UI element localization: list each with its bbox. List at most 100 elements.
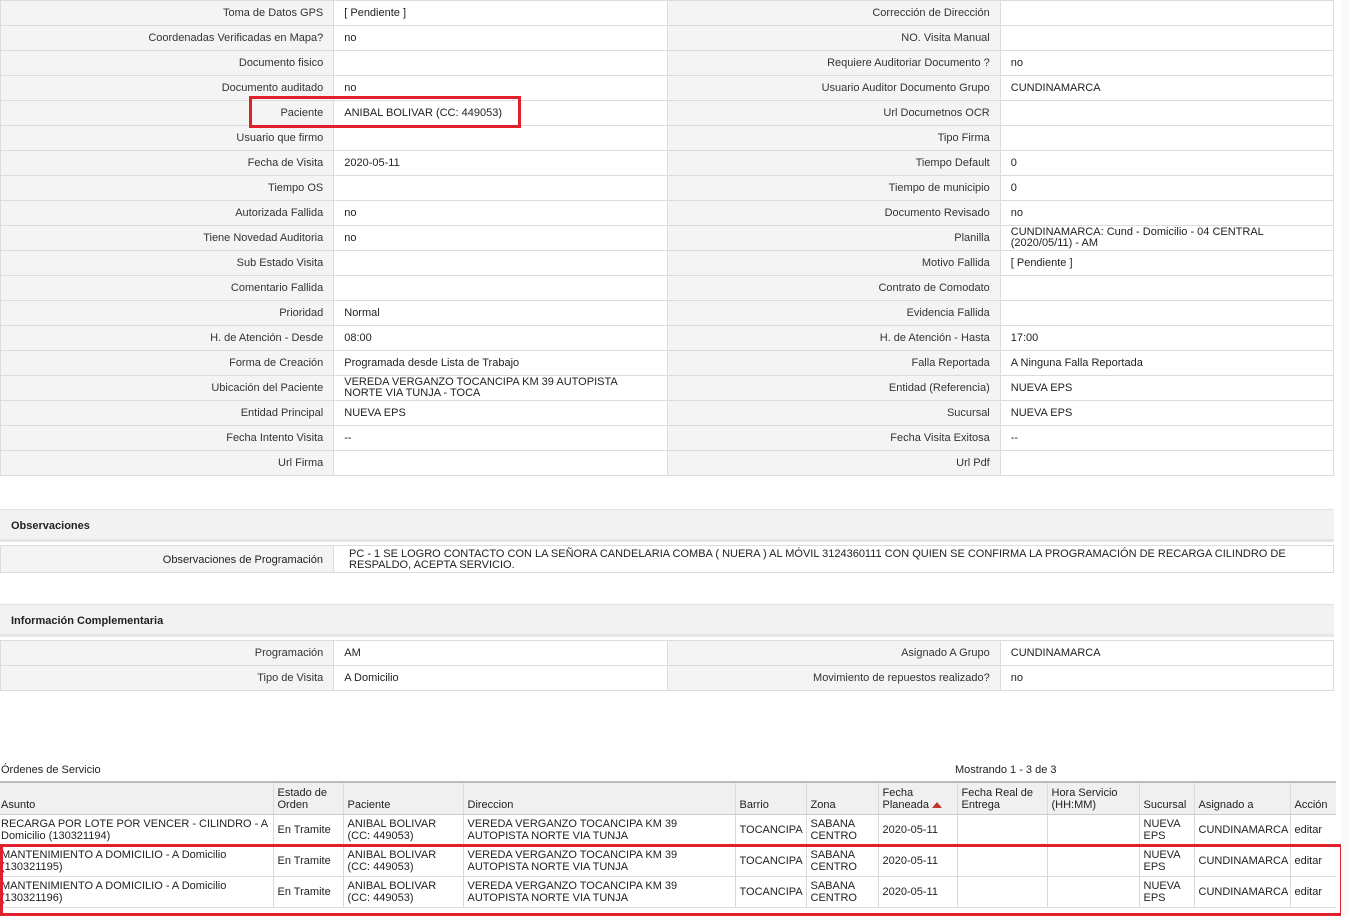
field-asignado-a-grupo-label: Asignado A Grupo (666, 640, 1001, 666)
detail-row: Programación AM Asignado A Grupo CUNDINAMAR… (0, 640, 1335, 666)
detail-row: Url Firma Url Pdf (0, 450, 1335, 476)
column-header-paciente[interactable]: Paciente (342, 781, 463, 815)
field-documento-fisico-value (333, 50, 668, 76)
field-documento-revisado-value: no (999, 200, 1335, 226)
detail-row: Tipo de Visita A Domicilio Movimiento de r… (0, 665, 1335, 691)
orders-header-row: Asunto Estado de Orden Paciente Direccion Ba… (0, 781, 1336, 815)
order-cell-real (956, 845, 1047, 877)
field-fecha-visita-exitosa-value: -- (999, 425, 1335, 451)
order-cell-accion: editar (1289, 814, 1336, 846)
sort-ascending-icon[interactable] (932, 802, 942, 809)
field-planilla-value: CUNDINAMARCA: Cund - Domicilio - 04 CENT… (999, 225, 1335, 251)
column-header-zona[interactable]: Zona (805, 781, 878, 815)
field-url-firma-value (333, 450, 668, 476)
column-header-estado-de-orden[interactable]: Estado de Orden (272, 781, 343, 815)
detail-row: Autorizada Fallida no Documento Revisado no (0, 200, 1335, 226)
column-header-label: Barrio (739, 799, 769, 811)
detail-row: Sub Estado Visita Motivo Fallida[ Pendien… (0, 250, 1335, 276)
field-comentario-fallida-label: Comentario Fallida (0, 275, 335, 301)
column-header-asunto[interactable]: Asunto (0, 781, 273, 815)
observaciones-value: PC - 1 SE LOGRO CONTACTO CON LA SEÑORA C… (333, 545, 1334, 573)
field-programacion-value: AM (333, 640, 668, 666)
order-cell-direccion: VEREDA VERGANZO TOCANCIPA KM 39 AUTOPIST… (462, 814, 735, 846)
order-cell-asignado: CUNDINAMARCA (1193, 845, 1290, 877)
order-cell-direccion: VEREDA VERGANZO TOCANCIPA KM 39 AUTOPIST… (462, 845, 735, 877)
field-tipo-de-visita-label: Tipo de Visita (0, 665, 335, 691)
column-header-fecha-real-de-entrega[interactable]: Fecha Real de Entrega (956, 781, 1047, 815)
order-cell-barrio: TOCANCIPA (734, 845, 806, 877)
field-prioridad-label: Prioridad (0, 300, 335, 326)
order-cell-zona: SABANA CENTRO (805, 876, 878, 908)
field-entidad-principal-value: NUEVA EPS (333, 400, 668, 426)
field-evidencia-fallida-value (999, 300, 1335, 326)
field-sucursal-label: Sucursal (666, 400, 1001, 426)
order-cell-asignado: CUNDINAMARCA (1193, 876, 1290, 908)
field-requiere-auditoriar-documento-label: Requiere Auditoriar Documento ? (666, 50, 1001, 76)
field-documento-auditado-label: Documento auditado (0, 75, 335, 101)
column-header-accion[interactable]: Acción (1289, 781, 1336, 815)
edit-order-link[interactable]: editar (1295, 824, 1323, 836)
field-fecha-intento-visita-label: Fecha Intento Visita (0, 425, 335, 451)
column-header-fecha-planeada[interactable]: Fecha Planeada (877, 781, 957, 815)
column-header-asignado-a[interactable]: Asignado a (1193, 781, 1290, 815)
field-ubicacion-del-paciente-value: VEREDA VERGANZO TOCANCIPA KM 39 AUTOPIST… (333, 375, 668, 401)
column-header-barrio[interactable]: Barrio (734, 781, 806, 815)
field-autorizada-fallida-value: no (333, 200, 668, 226)
field-h-de-atencion-hasta-value: 17:00 (999, 325, 1335, 351)
order-cell-fecha: 2020-05-11 (877, 814, 957, 846)
detail-row: Tiempo OS Tiempo de municipio 0 (0, 175, 1335, 201)
field-contrato-de-comodato-value (999, 275, 1335, 301)
field-fecha-visita-exitosa-label: Fecha Visita Exitosa (666, 425, 1001, 451)
order-cell-estado: En Tramite (272, 814, 343, 846)
field-asignado-a-grupo-value: CUNDINAMARCA (999, 640, 1335, 666)
edit-order-link[interactable]: editar (1295, 855, 1323, 867)
field-h-de-atencion-hasta-label: H. de Atención - Hasta (666, 325, 1001, 351)
field-usuario-auditor-documento-grupo-value: CUNDINAMARCA (999, 75, 1335, 101)
column-header-direccion[interactable]: Direccion (462, 781, 735, 815)
field-forma-de-creacion-value: Programada desde Lista de Trabajo (333, 350, 668, 376)
column-header-hora-servicio-hh-mm[interactable]: Hora Servicio (HH:MM) (1046, 781, 1139, 815)
field-h-de-atencion-desde-label: H. de Atención - Desde (0, 325, 335, 351)
field-movimiento-de-repuestos-realizado-value: no (999, 665, 1335, 691)
field-planilla-label: Planilla (666, 225, 1001, 251)
field-tipo-firma-value (999, 125, 1335, 151)
detail-row: Tiene Novedad Auditoria no Planilla CUNDINA… (0, 225, 1335, 251)
table-row[interactable]: MANTENIMIENTO A DOMICILIO - A Domicilio … (0, 876, 1336, 908)
order-cell-asunto: RECARGA POR LOTE POR VENCER - CILINDRO -… (0, 814, 273, 846)
order-cell-paciente: ANIBAL BOLIVAR (CC: 449053) (342, 876, 463, 908)
field-documento-revisado-label: Documento Revisado (666, 200, 1001, 226)
order-cell-fecha: 2020-05-11 (877, 845, 957, 877)
field-motivo-fallida-value: [ Pendiente ] (999, 250, 1335, 276)
field-h-de-atencion-desde-value: 08:00 (333, 325, 668, 351)
field-paciente-label: Paciente (0, 100, 335, 126)
field-tipo-de-visita-value: A Domicilio (333, 665, 668, 691)
table-row[interactable]: MANTENIMIENTO A DOMICILIO - A Domicilio … (0, 845, 1336, 877)
field-coordenadas-verificadas-en-mapa-value: no (333, 25, 668, 51)
field-fecha-de-visita-value: 2020-05-11 (333, 150, 668, 176)
field-sub-estado-visita-label: Sub Estado Visita (0, 250, 335, 276)
detail-row: H. de Atención - Desde 08:00 H. de Atenció… (0, 325, 1335, 351)
order-cell-paciente: ANIBAL BOLIVAR (CC: 449053) (342, 814, 463, 846)
field-comentario-fallida-value (333, 275, 668, 301)
column-header-sucursal[interactable]: Sucursal (1138, 781, 1194, 815)
page-scrollbar[interactable] (1341, 0, 1349, 916)
field-coordenadas-verificadas-en-mapa-label: Coordenadas Verificadas en Mapa? (0, 25, 335, 51)
order-cell-sucursal: NUEVA EPS (1138, 814, 1194, 846)
order-cell-zona: SABANA CENTRO (805, 845, 878, 877)
field-usuario-que-firmo-label: Usuario que firmo (0, 125, 335, 151)
detail-row: Entidad Principal NUEVA EPS Sucursal NUEVA … (0, 400, 1335, 426)
observaciones-row: Observaciones de Programación PC - 1 SE … (0, 545, 1334, 573)
edit-order-link[interactable]: editar (1295, 886, 1323, 898)
order-cell-sucursal: NUEVA EPS (1138, 876, 1194, 908)
field-contrato-de-comodato-label: Contrato de Comodato (666, 275, 1001, 301)
order-cell-direccion: VEREDA VERGANZO TOCANCIPA KM 39 AUTOPIST… (462, 876, 735, 908)
detail-row: Documento auditado no Usuario Auditor Docu… (0, 75, 1335, 101)
complementaria-header: Información Complementaria (0, 604, 1334, 637)
table-row[interactable]: RECARGA POR LOTE POR VENCER - CILINDRO -… (0, 814, 1336, 846)
observaciones-header: Observaciones (0, 509, 1334, 542)
detail-row: Prioridad Normal Evidencia Fallida (0, 300, 1335, 326)
order-cell-hora (1046, 845, 1139, 877)
column-header-label: Sucursal (1143, 799, 1187, 811)
field-toma-de-datos-gps-label: Toma de Datos GPS (0, 0, 335, 26)
detail-row: Fecha Intento Visita -- Fecha Visita Exito… (0, 425, 1335, 451)
